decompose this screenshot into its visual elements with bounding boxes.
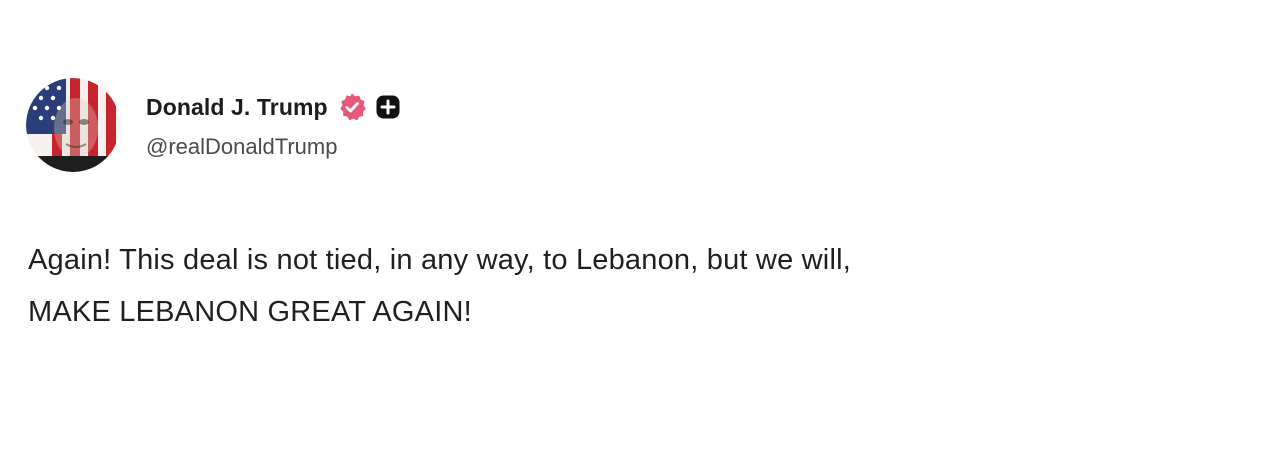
avatar[interactable] [26,78,120,172]
post-card: Donald J. Trump @realDonaldTrump Again! … [0,0,1280,459]
author-identity: Donald J. Trump @realDonaldTrump [146,90,401,160]
post-text-line: Again! This deal is not tied, in any way… [28,244,851,276]
name-row: Donald J. Trump [146,90,401,124]
post-text-line: MAKE LEBANON GREAT AGAIN! [28,296,472,328]
post-header: Donald J. Trump @realDonaldTrump [26,78,401,172]
author-handle[interactable]: @realDonaldTrump [146,134,401,160]
author-display-name[interactable]: Donald J. Trump [146,94,328,121]
plus-icon[interactable] [375,94,401,120]
post-body: Again! This deal is not tied, in any way… [28,234,851,338]
verified-badge-icon [339,93,366,121]
